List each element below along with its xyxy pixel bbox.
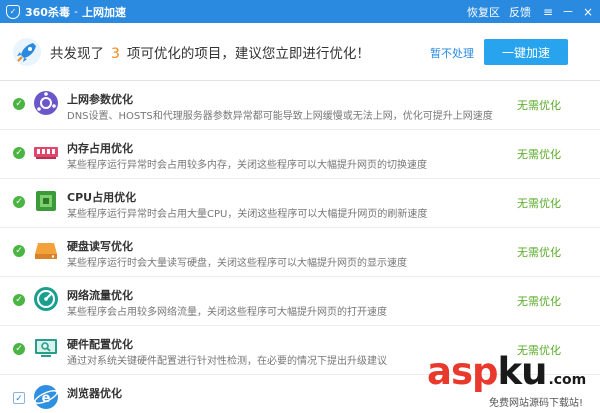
watermark-tagline: 免费网站源码下载站!: [489, 398, 584, 409]
summary-header: 共发现了 3 项可优化的项目，建议您立即进行优化！ 暂不处理 一键加速: [0, 23, 600, 81]
check-icon: ✓: [13, 343, 25, 355]
item-status: 无需优化: [517, 246, 561, 259]
title-separator: -: [73, 5, 78, 18]
item-title: 网络流量优化: [67, 289, 133, 302]
hardware-config-icon: [35, 339, 57, 357]
item-title: 硬件配置优化: [67, 338, 133, 351]
title-bar: ✓ 360杀毒 - 上网加速 恢复区 反馈 ≡ － ×: [0, 0, 600, 23]
site-watermark: aspku .com 免费网站源码下载站!: [427, 352, 597, 410]
item-status: 无需优化: [517, 295, 561, 308]
rocket-icon: [13, 37, 41, 66]
list-item: ✓ 内存占用优化 某些程序运行异常时会占用较多内存，关闭这些程序可以大幅提升网页…: [0, 130, 600, 179]
shield-logo-icon: ✓: [6, 4, 20, 19]
network-params-icon: [34, 91, 58, 115]
check-icon: ✓: [13, 245, 25, 257]
close-icon[interactable]: ×: [580, 5, 596, 19]
item-description: 某些程序运行时会大量读写硬盘，关闭这些程序可以大幅提升网页的显示速度: [67, 258, 407, 269]
item-description: 某些程序运行异常时会占用较多内存，关闭这些程序可以大幅提升网页的切换速度: [67, 160, 427, 171]
restore-area-link[interactable]: 恢复区: [467, 4, 500, 20]
summary-text: 共发现了 3 项可优化的项目，建议您立即进行优化！: [50, 42, 370, 62]
network-traffic-icon: [34, 287, 58, 311]
watermark-brand-c: .com: [548, 372, 587, 388]
menu-icon[interactable]: ≡: [540, 5, 556, 19]
memory-icon: [34, 147, 58, 159]
item-description: 某些程序会占用较多网络流量，关闭这些程序可大幅提升网页的打开速度: [67, 307, 387, 318]
watermark-brand: aspku .com: [427, 352, 586, 400]
page-name: 上网加速: [81, 5, 126, 19]
svg-text:e: e: [42, 391, 51, 406]
check-icon: ✓: [13, 98, 25, 110]
item-title: CPU占用优化: [67, 191, 137, 204]
summary-prefix: 共发现了: [50, 45, 104, 62]
check-icon: ✓: [13, 196, 25, 208]
check-icon: ✓: [13, 294, 25, 306]
item-description: DNS设置、HOSTS和代理服务器参数异常都可能导致上网缓慢或无法上网，优化可提…: [67, 111, 493, 122]
minimize-icon[interactable]: －: [560, 3, 576, 20]
cpu-icon: [36, 191, 56, 211]
feedback-link[interactable]: 反馈: [509, 4, 531, 20]
list-item: ✓ 硬盘读写优化 某些程序运行时会大量读写硬盘，关闭这些程序可以大幅提升网页的显…: [0, 228, 600, 277]
item-status: 无需优化: [517, 197, 561, 210]
hard-disk-icon: [35, 243, 57, 259]
item-status: 无需优化: [517, 148, 561, 161]
list-item: ✓ 网络流量优化 某些程序会占用较多网络流量，关闭这些程序可大幅提升网页的打开速…: [0, 277, 600, 326]
summary-suffix: 项可优化的项目，建议您立即进行优化！: [126, 45, 370, 62]
check-icon: ✓: [13, 147, 25, 159]
list-item: ✓ 上网参数优化 DNS设置、HOSTS和代理服务器参数异常都可能导致上网缓慢或…: [0, 81, 600, 130]
item-title: 硬盘读写优化: [67, 240, 133, 253]
item-title: 上网参数优化: [67, 93, 133, 106]
skip-link[interactable]: 暂不处理: [430, 45, 474, 61]
watermark-brand-a: asp: [427, 350, 498, 393]
checkbox-icon[interactable]: ✓: [13, 392, 25, 404]
issue-count: 3: [111, 45, 120, 62]
item-title: 内存占用优化: [67, 142, 133, 155]
item-description: 通过对系统关键硬件配置进行针对性检测，在必要的情况下提出升级建议: [67, 356, 387, 367]
item-description: 某些程序运行异常时会占用大量CPU，关闭这些程序可以大幅提升网页的刷新速度: [67, 209, 428, 220]
list-item: ✓ CPU占用优化 某些程序运行异常时会占用大量CPU，关闭这些程序可以大幅提升…: [0, 179, 600, 228]
item-title: 浏览器优化: [67, 387, 122, 400]
one-click-speedup-button[interactable]: 一键加速: [484, 39, 568, 65]
app-name: 360杀毒: [25, 5, 70, 19]
item-status: 无需优化: [517, 99, 561, 112]
watermark-brand-b: ku: [497, 350, 547, 393]
browser-icon: e: [34, 385, 58, 409]
